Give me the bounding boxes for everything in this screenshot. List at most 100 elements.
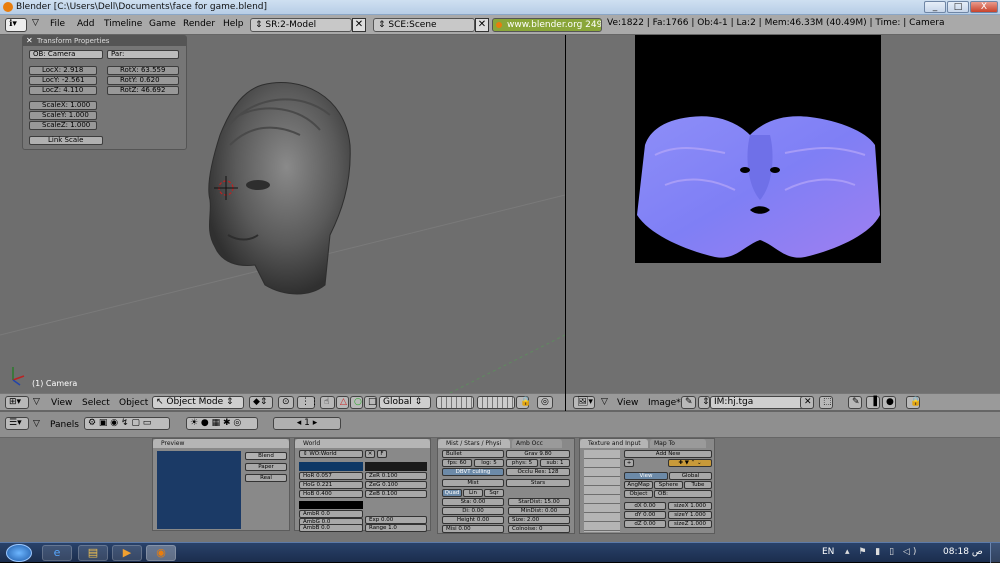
- scalex-field[interactable]: ScaleX: 1.000: [29, 101, 97, 110]
- ze-b-slider[interactable]: ZeB 0.100: [365, 490, 427, 498]
- rotx-field[interactable]: RotX: 63.559: [107, 66, 179, 75]
- ze-g-slider[interactable]: ZeG 0.100: [365, 481, 427, 489]
- world-unlink-button[interactable]: ✕: [365, 450, 375, 458]
- menu-image[interactable]: Image*: [648, 398, 681, 408]
- scalez-field[interactable]: ScaleZ: 1.000: [29, 121, 97, 130]
- menu-select[interactable]: Select: [82, 398, 110, 408]
- internet-explorer-icon[interactable]: e: [42, 545, 72, 561]
- substeps-field[interactable]: sub: 1: [540, 459, 570, 467]
- menu-help[interactable]: Help: [223, 19, 244, 29]
- lock-icon[interactable]: 🔒: [516, 396, 531, 409]
- logic-field[interactable]: log: 5: [474, 459, 504, 467]
- mist-tab[interactable]: Mist / Stars / Physi: [438, 439, 510, 448]
- mist-dist-field[interactable]: Di: 0.00: [442, 507, 504, 515]
- mist-toggle[interactable]: Mist: [442, 479, 504, 487]
- zenith-color-swatch[interactable]: [365, 462, 427, 471]
- exposure-slider[interactable]: Exp 0.00: [365, 516, 427, 524]
- sphere-button[interactable]: Sphere: [654, 481, 683, 489]
- hor-r-slider[interactable]: HoR 0.057: [299, 472, 363, 480]
- parent-field[interactable]: Par:: [107, 50, 179, 59]
- file-explorer-icon[interactable]: ▤: [78, 545, 108, 561]
- layers-icon[interactable]: ⋮⋮: [297, 396, 319, 409]
- menu-add[interactable]: Add: [77, 19, 94, 29]
- dy-field[interactable]: dY 0.00: [624, 511, 666, 519]
- physics-engine-selector[interactable]: Bullet: [442, 450, 504, 458]
- image-browse-icon[interactable]: ⇕: [698, 396, 710, 409]
- scene-selector[interactable]: ⇕ SCE:Scene: [373, 18, 475, 32]
- colnoise-field[interactable]: Colnoise: 0: [508, 525, 570, 533]
- mist-height-field[interactable]: Height 0.00: [442, 516, 504, 524]
- rotate-icon[interactable]: ○: [350, 396, 363, 409]
- size-x-field[interactable]: sizeX 1.000: [668, 502, 712, 510]
- mist-intensity-field[interactable]: Misi 0.00: [442, 525, 504, 533]
- object-coords-button[interactable]: Object: [624, 490, 653, 498]
- image-editor[interactable]: [566, 35, 1000, 393]
- menu-render[interactable]: Render: [183, 19, 215, 29]
- editor-type-buttons-icon[interactable]: ☰▾: [5, 417, 29, 430]
- preview-title[interactable]: Preview: [153, 439, 289, 448]
- amb-r-slider[interactable]: AmbR 0.0: [299, 510, 363, 518]
- locz-field[interactable]: LocZ: 4.110: [29, 86, 97, 95]
- scene-delete-button[interactable]: ✕: [475, 18, 489, 32]
- dbvt-culling-toggle[interactable]: DBVT culling: [442, 468, 504, 476]
- pivot-icon[interactable]: ⊙: [278, 396, 294, 409]
- lock-icon[interactable]: 🔒: [906, 396, 921, 409]
- menu-game[interactable]: Game: [149, 19, 176, 29]
- context-buttons[interactable]: ⚙ ▣ ◉ ↯ ▢ ▭: [84, 417, 170, 430]
- paint-icon[interactable]: ✎: [848, 396, 862, 409]
- show-desktop-button[interactable]: [990, 543, 1000, 563]
- maximize-button[interactable]: □: [947, 1, 969, 13]
- mist-start-field[interactable]: Sta: 0.00: [442, 498, 504, 506]
- screen-delete-button[interactable]: ✕: [352, 18, 366, 32]
- texture-browse-icon[interactable]: +: [624, 459, 634, 467]
- tray-icons[interactable]: ▴ ⚑ ▮ ▯ ◁): [845, 547, 919, 557]
- media-player-icon[interactable]: ▶: [112, 545, 142, 561]
- editor-type-icon[interactable]: ℹ▾: [5, 18, 27, 32]
- locx-field[interactable]: LocX: 2.918: [29, 66, 97, 75]
- scaley-field[interactable]: ScaleY: 1.000: [29, 111, 97, 120]
- ambient-color-swatch[interactable]: [299, 501, 363, 509]
- collapse-arrow-icon[interactable]: ▽: [32, 18, 39, 28]
- amb-b-slider[interactable]: AmbB 0.0: [299, 524, 363, 532]
- scale-icon[interactable]: □: [364, 396, 377, 409]
- view-coords-button[interactable]: View: [624, 472, 668, 480]
- texture-channel-list[interactable]: [584, 450, 620, 532]
- orientation-selector[interactable]: Global ⇕: [379, 396, 431, 409]
- alpha-icon[interactable]: ▐: [866, 396, 880, 409]
- start-button[interactable]: [6, 544, 32, 562]
- angmap-button[interactable]: AngMap: [624, 481, 653, 489]
- collapse-arrow-icon[interactable]: ▽: [601, 397, 608, 407]
- manipulator-hand-icon[interactable]: ☝: [320, 396, 335, 409]
- real-button[interactable]: Real: [245, 474, 287, 482]
- occlusion-resolution-field[interactable]: Occlu Res: 128: [506, 468, 570, 476]
- min-dist-field[interactable]: MinDist: 0.00: [508, 507, 570, 515]
- ze-r-slider[interactable]: ZeR 0.100: [365, 472, 427, 480]
- texture-ops-buttons[interactable]: ✚ ▼ ⌃ ⌄: [668, 459, 712, 467]
- lin-button[interactable]: Lin: [463, 489, 483, 497]
- editor-type-3dview-icon[interactable]: ⊞▾: [5, 396, 29, 409]
- frame-field[interactable]: ◂ 1 ▸: [273, 417, 341, 430]
- object-name-field[interactable]: OB: Camera: [29, 50, 103, 59]
- quad-button[interactable]: Quad: [442, 489, 462, 497]
- physics-steps-field[interactable]: phys: 5: [506, 459, 538, 467]
- star-size-field[interactable]: Size: 2.00: [508, 516, 570, 524]
- record-icon[interactable]: ●: [882, 396, 896, 409]
- image-pack-icon[interactable]: ⬚: [819, 396, 833, 409]
- render-preview-icon[interactable]: ◎: [537, 396, 553, 409]
- menu-file[interactable]: File: [50, 19, 65, 29]
- texture-input-tab[interactable]: Texture and Input: [580, 439, 648, 448]
- translate-icon[interactable]: △: [336, 396, 349, 409]
- star-dist-field[interactable]: StarDist: 15.00: [508, 498, 570, 506]
- menu-view[interactable]: View: [51, 398, 72, 408]
- layer-buttons-b[interactable]: [477, 396, 515, 409]
- link-scale-button[interactable]: Link Scale: [29, 136, 103, 145]
- layer-buttons-a[interactable]: [436, 396, 474, 409]
- image-unlink-button[interactable]: ✕: [800, 396, 814, 409]
- image-name-field[interactable]: IM:hj.tga: [710, 396, 814, 409]
- blender-website-link[interactable]: www.blender.org 249.2: [492, 18, 602, 32]
- mode-selector[interactable]: ↖ Object Mode ⇕: [152, 396, 244, 409]
- global-coords-button[interactable]: Global: [669, 472, 712, 480]
- blender-taskbar-icon[interactable]: ◉: [146, 545, 176, 561]
- collapse-arrow-icon[interactable]: ▽: [33, 419, 40, 429]
- editor-type-image-icon[interactable]: 🖼▾: [573, 396, 595, 409]
